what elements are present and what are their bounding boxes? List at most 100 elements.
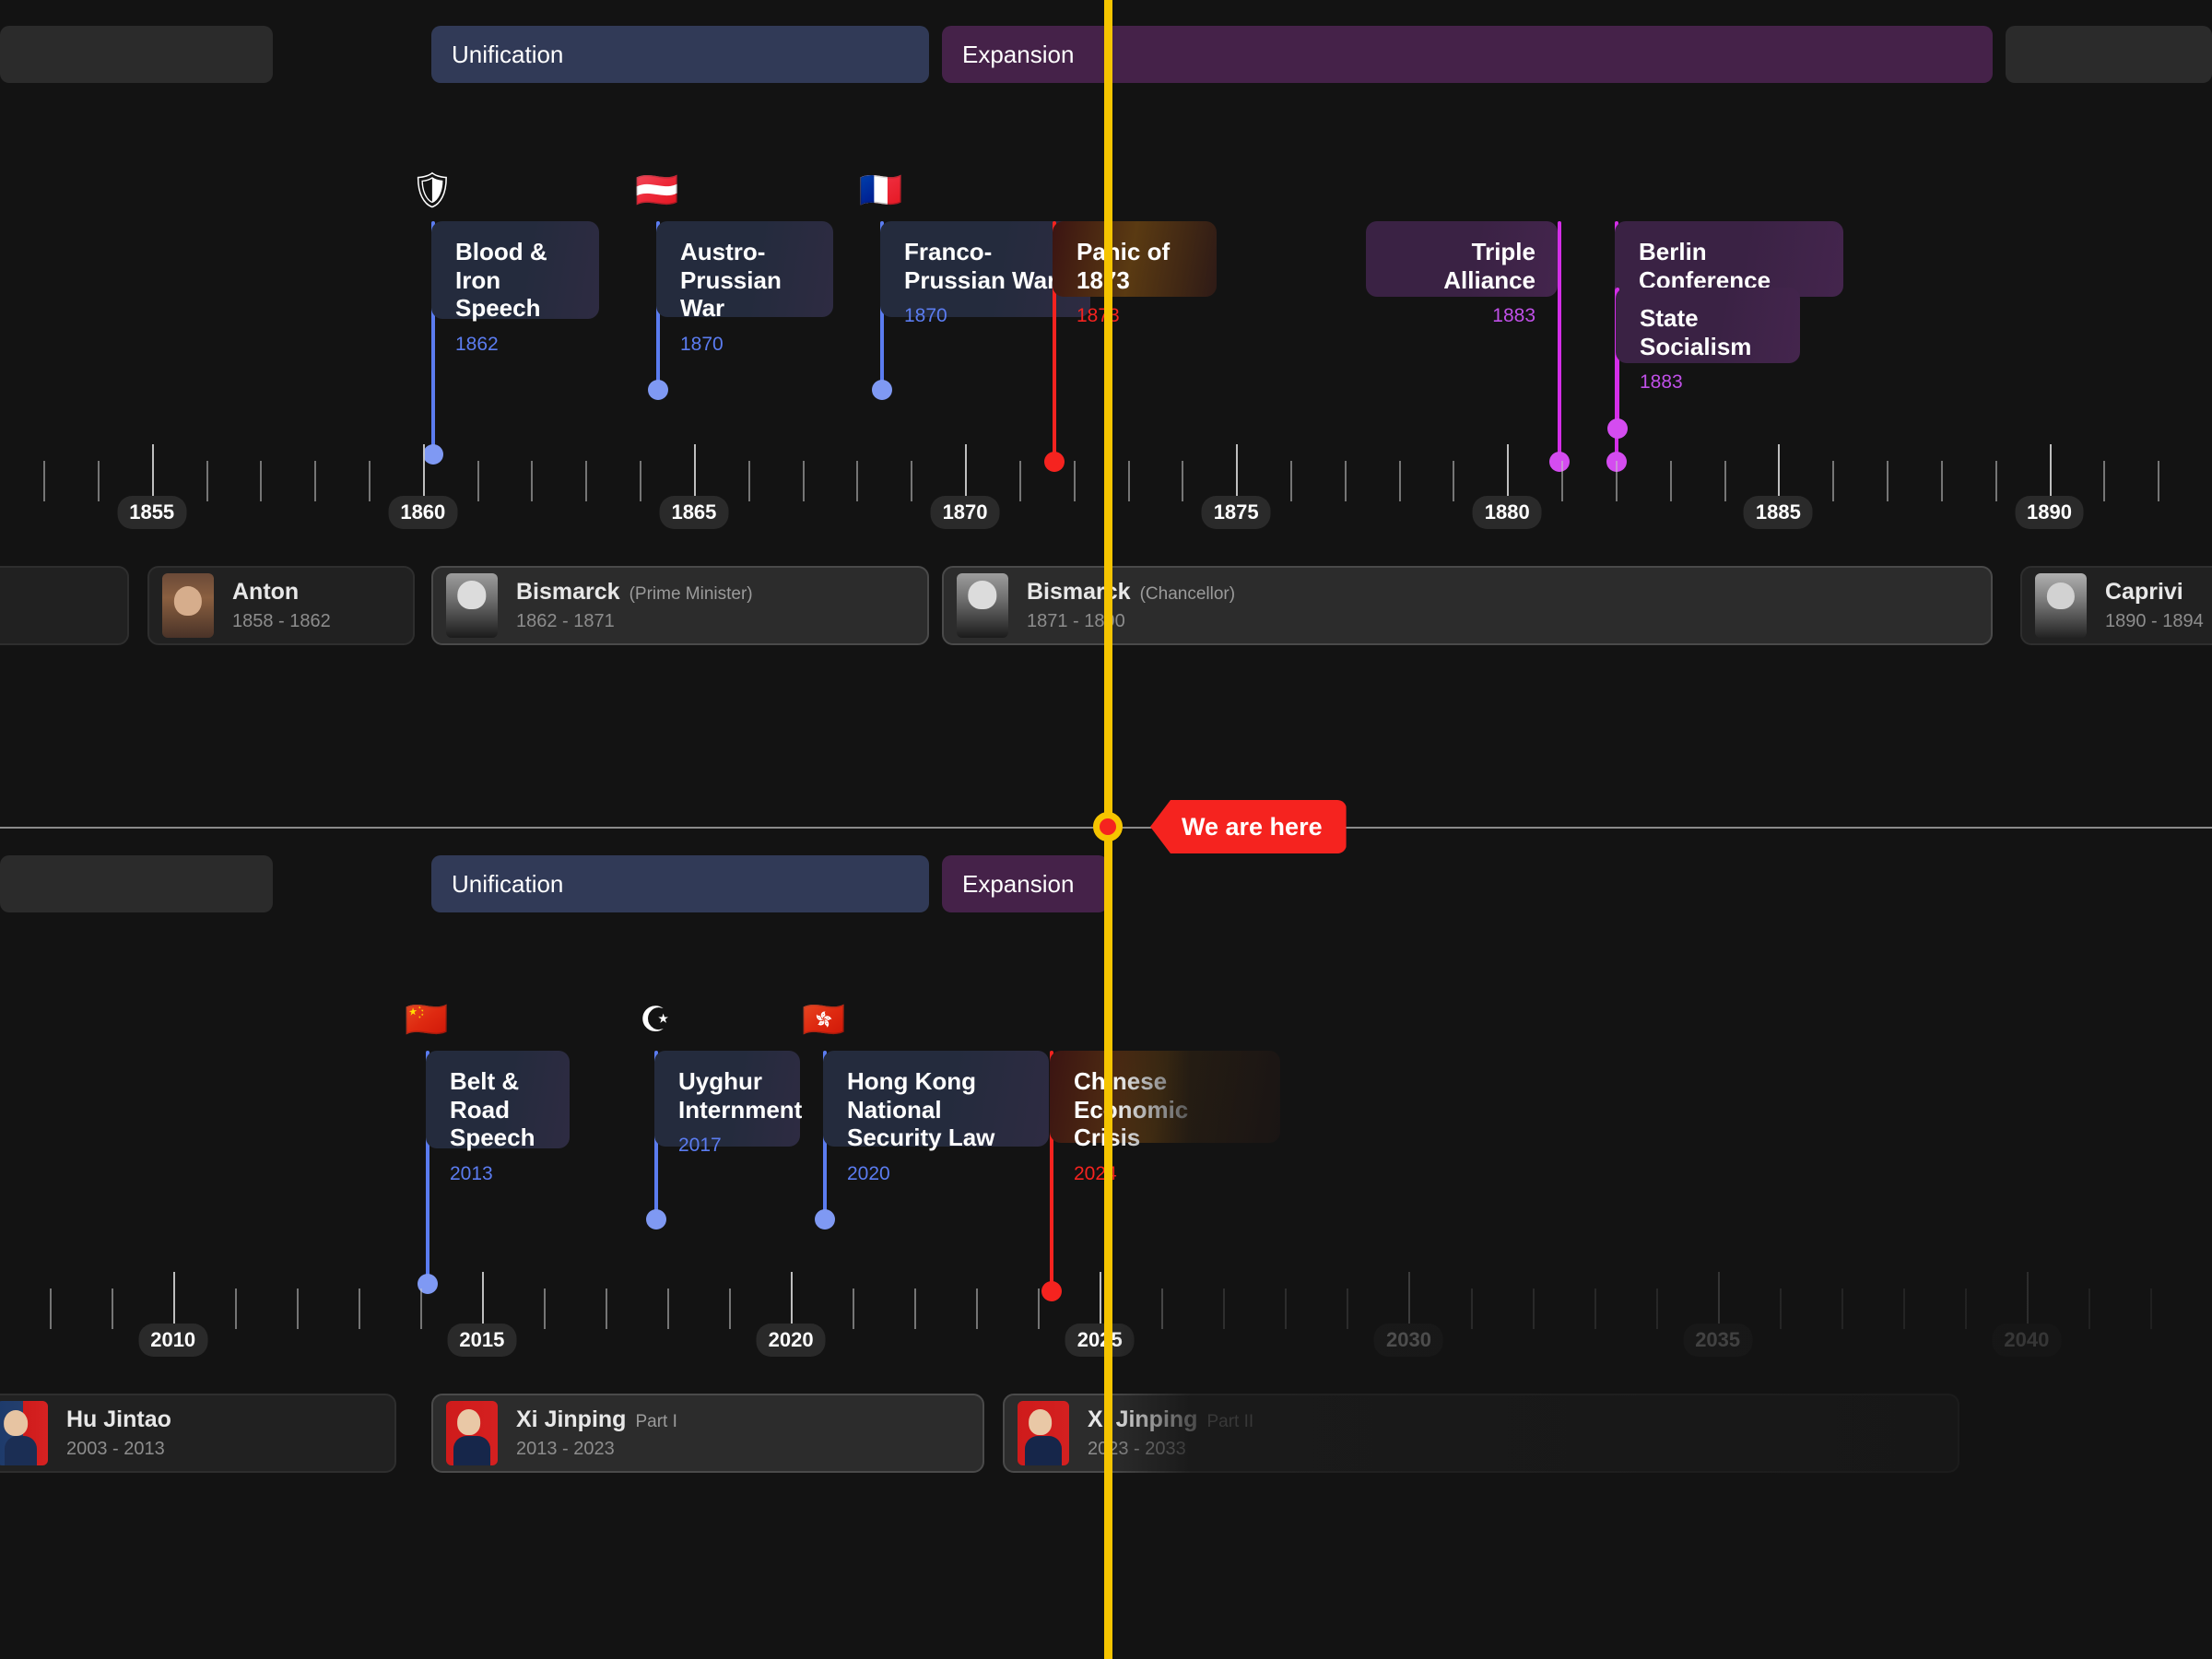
ruler-tick-minor (1887, 461, 1889, 501)
era-bar-unlabeled[interactable] (2006, 26, 2212, 83)
bottom-time-ruler[interactable]: 2010 2015 2020 2025 2030 2035 2040 (0, 1272, 2212, 1357)
ruler-tick-minor (1964, 1288, 1967, 1329)
event-knob[interactable] (646, 1209, 666, 1230)
event-year: 1870 (904, 305, 947, 327)
ruler-tick-minor (296, 1288, 299, 1329)
ruler-year-label: 1870 (930, 496, 1000, 529)
ruler-tick-minor (1594, 1288, 1596, 1329)
event-year: 1883 (1492, 305, 1535, 327)
prussia-coat-of-arms-flag-icon: 🛡 (409, 171, 455, 210)
ruler-tick-minor (2088, 1288, 2090, 1329)
event-year: 2024 (1074, 1163, 1117, 1185)
leader-years: 1871 - 1890 (1027, 611, 1125, 631)
event-year: 1862 (455, 334, 499, 356)
ruler-tick-minor (111, 1288, 113, 1329)
top-time-ruler[interactable]: 1855 1860 1865 1870 1875 1880 1885 1890 (0, 444, 2212, 529)
leader-meta: Anton 1858 - 1862 (232, 579, 331, 632)
ruler-tick-minor (43, 461, 46, 501)
leader-role: (Prime Minister) (629, 584, 753, 604)
leader-name: Hu Jintao (66, 1406, 171, 1432)
event-knob[interactable] (815, 1209, 835, 1230)
event-card[interactable]: Uyghur Internment 2017 (654, 1051, 802, 1156)
ruler-tick-minor (856, 461, 859, 501)
era-bar-unlabeled[interactable] (0, 26, 273, 83)
leader-name: Anton (232, 579, 300, 605)
leader-meta: Bismarck (Chancellor) 1871 - 1890 (1027, 579, 1235, 632)
leader-years: 2003 - 2013 (66, 1439, 165, 1459)
leader-card[interactable]: Anton 1858 - 1862 (147, 566, 415, 645)
ruler-year-label: 2035 (1683, 1324, 1753, 1357)
leader-card[interactable]: Bismarck (Prime Minister) 1862 - 1871 (431, 566, 929, 645)
event-card[interactable]: State Socialism 1883 (1616, 288, 1800, 393)
leader-role: Part II (1206, 1412, 1254, 1431)
ruler-year-label: 2030 (1374, 1324, 1443, 1357)
era-label: Unification (452, 869, 564, 898)
event-year: 2020 (847, 1163, 890, 1185)
event-card[interactable]: Triple Alliance 1883 (1366, 221, 1558, 326)
era-bar-expansion[interactable]: Expansion (942, 855, 1108, 912)
east-turkestan-flag-icon: ☪ (639, 1001, 672, 1040)
event-card[interactable]: Berlin Conference1884 (1615, 221, 1843, 326)
ruler-tick-minor (911, 461, 913, 501)
ruler-tick-minor (369, 461, 371, 501)
event-year: 1873 (1077, 305, 1120, 327)
event-knob[interactable] (648, 380, 668, 400)
event-card[interactable]: Hong Kong National Security Law 2020 (823, 1051, 1049, 1184)
ruler-tick-minor (976, 1288, 979, 1329)
ruler-tick-minor (1779, 1288, 1782, 1329)
ruler-tick-minor (2103, 461, 2106, 501)
ruler-year-label: 1880 (1472, 496, 1542, 529)
ruler-tick-minor (1127, 461, 1130, 501)
event-card[interactable]: Chinese Economic Crisis 2024 (1050, 1051, 1280, 1184)
era-bar-unification[interactable]: Unification (431, 26, 929, 83)
ruler-year-label: 2010 (138, 1324, 208, 1357)
ruler-tick-minor (1290, 461, 1292, 501)
ruler-year-label: 1875 (1201, 496, 1271, 529)
leader-card[interactable]: Caprivi 1890 - 1894 (2020, 566, 2212, 645)
leader-portrait (1018, 1401, 1069, 1465)
leader-meta: Xi Jinping Part II 2023 - 2033 (1088, 1406, 1253, 1460)
event-card[interactable]: Belt & Road Speech 2013 (426, 1051, 570, 1184)
event-title: Austro-Prussian War (680, 238, 782, 323)
event-stem (1558, 221, 1561, 459)
event-card[interactable]: Panic of 1873 1873 (1053, 221, 1217, 326)
leader-name: Xi Jinping Part I (516, 1406, 677, 1432)
leader-card[interactable] (0, 566, 129, 645)
leader-role: Part I (635, 1412, 677, 1431)
leader-years: 2013 - 2023 (516, 1439, 615, 1459)
event-title: Blood & Iron Speech (455, 238, 547, 323)
event-knob[interactable] (1607, 418, 1628, 439)
ruler-tick-minor (1994, 461, 1997, 501)
timeline-comparison-view: Unification Expansion 🛡 Blood & Iron Speec… (0, 0, 2212, 1659)
leader-card[interactable]: Xi Jinping Part II 2023 - 2033 (1003, 1394, 1959, 1473)
ruler-tick-minor (747, 461, 750, 501)
ruler-year-label: 1865 (659, 496, 729, 529)
ruler-tick-minor (1161, 1288, 1164, 1329)
era-bar-unlabeled[interactable] (0, 855, 273, 912)
era-label: Expansion (962, 869, 1075, 898)
leader-role: (Chancellor) (1139, 584, 1236, 604)
leader-years: 1862 - 1871 (516, 611, 615, 631)
event-knob[interactable] (872, 380, 892, 400)
leader-card[interactable]: Bismarck (Chancellor) 1871 - 1890 (942, 566, 1993, 645)
event-card[interactable]: Austro-Prussian War 1870 (656, 221, 833, 355)
leader-card[interactable]: Xi Jinping Part I 2013 - 2023 (431, 1394, 984, 1473)
ruler-tick-minor (853, 1288, 855, 1329)
era-bar-unification[interactable]: Unification (431, 855, 929, 912)
china-emblem-flag-icon: 🇨🇳 (405, 1001, 449, 1040)
ruler-tick-minor (97, 461, 100, 501)
ruler-year-label: 1860 (388, 496, 458, 529)
leader-name: Xi Jinping Part II (1088, 1406, 1254, 1432)
leader-portrait (957, 573, 1008, 638)
event-title: State Socialism (1640, 304, 1752, 360)
leader-card[interactable]: Hu Jintao 2003 - 2013 (0, 1394, 396, 1473)
present-day-dot[interactable] (1093, 812, 1123, 841)
event-card[interactable]: Blood & Iron Speech 1862 (431, 221, 599, 355)
we-are-here-badge[interactable]: We are here (1150, 800, 1347, 853)
ruler-year-label: 1885 (1743, 496, 1813, 529)
leader-portrait (162, 573, 214, 638)
leader-years: 1890 - 1894 (2105, 611, 2204, 631)
era-bar-expansion[interactable]: Expansion (942, 26, 1993, 83)
ruler-tick-minor (585, 461, 588, 501)
leader-meta: Hu Jintao 2003 - 2013 (66, 1406, 171, 1460)
